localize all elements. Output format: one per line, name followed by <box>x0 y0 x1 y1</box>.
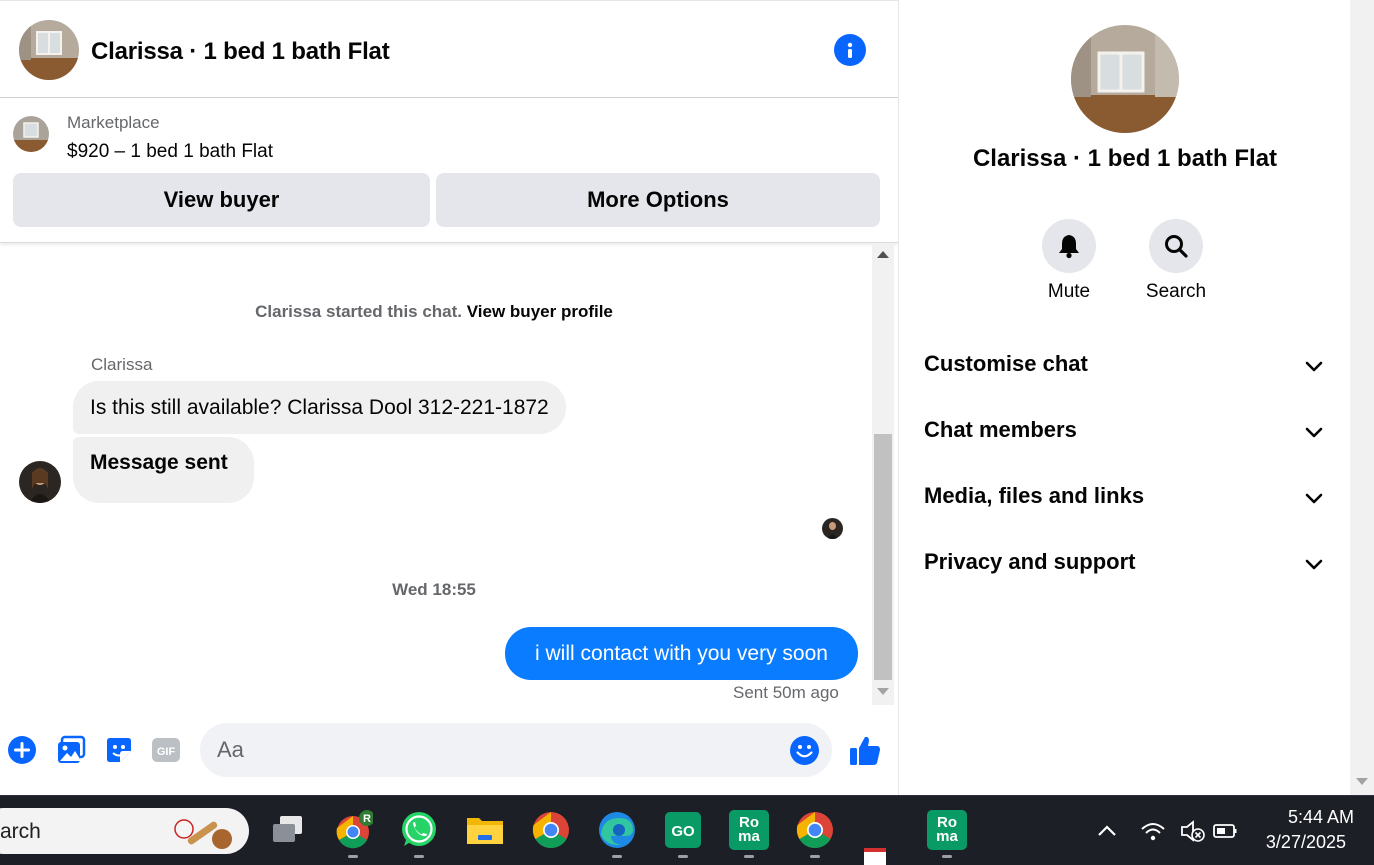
message-timestamp: Wed 18:55 <box>392 580 476 599</box>
gometa-app-icon[interactable]: GO <box>663 810 703 850</box>
running-indicator <box>348 855 358 858</box>
running-indicator <box>942 855 952 858</box>
bell-icon <box>1059 235 1079 259</box>
scroll-down-arrow-icon[interactable] <box>1356 778 1368 785</box>
roma-app-icon[interactable]: Ro ma <box>927 810 967 850</box>
running-indicator <box>414 855 424 858</box>
taskbar-search-text: arch <box>0 820 41 843</box>
section-label: Customise chat <box>924 351 1088 376</box>
battery-icon[interactable] <box>1212 818 1238 844</box>
mute-label: Mute <box>1047 281 1091 302</box>
section-privacy-support[interactable]: Privacy and support <box>899 535 1351 589</box>
clock-time[interactable]: 5:44 AM <box>1264 807 1354 828</box>
view-buyer-profile-link[interactable]: View buyer profile <box>467 302 613 321</box>
view-buyer-button[interactable]: View buyer <box>13 173 430 227</box>
mute-button[interactable]: Mute <box>1029 219 1109 303</box>
chevron-down-icon <box>1305 361 1323 372</box>
conversation-info-pane: Clarissa · 1 bed 1 bath Flat Mute Search… <box>898 0 1350 795</box>
windows-taskbar: arch R GO Ro ma Ro ma 5:44 AM 3/27/2025 <box>0 795 1374 865</box>
chat-column: Clarissa · 1 bed 1 bath Flat Marketplace… <box>0 0 898 795</box>
section-label: Media, files and links <box>924 483 1145 508</box>
section-label: Privacy and support <box>924 549 1136 574</box>
chat-header: Clarissa · 1 bed 1 bath Flat <box>0 0 898 98</box>
pane-title: Clarissa · 1 bed 1 bath Flat <box>972 145 1278 172</box>
chat-started-text: Clarissa started this chat. <box>255 302 463 321</box>
sticker-icon[interactable] <box>104 735 134 765</box>
scroll-up-arrow-icon[interactable] <box>877 251 889 258</box>
roma-label-bottom: ma <box>738 828 760 845</box>
message-input[interactable] <box>200 723 832 777</box>
seen-by-avatar <box>822 518 843 539</box>
marketplace-listing-card: Marketplace $920 – 1 bed 1 bath Flat Vie… <box>0 99 898 243</box>
conversation-scrollbar[interactable] <box>872 243 894 705</box>
clock-date[interactable]: 3/27/2025 <box>1250 832 1346 853</box>
meet-app-label: GO <box>671 823 695 840</box>
listing-thumbnail[interactable] <box>13 116 49 152</box>
page-scrollbar[interactable] <box>1350 0 1374 795</box>
chrome-profile-icon[interactable]: R <box>333 810 375 850</box>
running-indicator <box>612 855 622 858</box>
emoji-icon[interactable] <box>789 735 820 766</box>
sender-avatar[interactable] <box>19 461 61 503</box>
gif-label: GIF <box>157 746 176 758</box>
gif-icon[interactable]: GIF <box>151 735 181 765</box>
sent-status: Sent 50m ago <box>733 683 839 702</box>
whatsapp-icon[interactable] <box>399 810 439 850</box>
search-label: Search <box>1145 281 1207 302</box>
running-indicator <box>678 855 688 858</box>
listing-avatar[interactable] <box>19 20 79 80</box>
photo-icon[interactable] <box>56 735 86 765</box>
info-icon[interactable] <box>834 34 866 66</box>
running-indicator <box>810 855 820 858</box>
search-icon <box>1165 235 1188 258</box>
incoming-message[interactable]: Message sent <box>73 437 254 503</box>
outgoing-message[interactable]: i will contact with you very soon <box>505 627 858 680</box>
chrome-icon[interactable] <box>531 810 571 850</box>
volume-muted-icon[interactable] <box>1179 818 1205 844</box>
chat-started-notice: Clarissa started this chat. View buyer p… <box>0 302 868 322</box>
wifi-icon[interactable] <box>1140 818 1166 844</box>
taskbar-search-box[interactable]: arch <box>0 808 249 854</box>
task-view-icon[interactable] <box>268 810 308 850</box>
chrome-profile-badge: R <box>363 813 371 825</box>
chevron-down-icon <box>1305 559 1323 570</box>
search-button[interactable]: Search <box>1136 219 1216 303</box>
running-indicator <box>744 855 754 858</box>
roma-label-bottom: ma <box>936 828 958 845</box>
file-explorer-icon[interactable] <box>465 810 505 850</box>
section-media-files-links[interactable]: Media, files and links <box>899 469 1351 523</box>
incoming-message[interactable]: Is this still available? Clarissa Dool 3… <box>73 381 566 434</box>
section-label: Chat members <box>924 417 1077 442</box>
section-chat-members[interactable]: Chat members <box>899 403 1351 457</box>
chevron-down-icon <box>1305 493 1323 504</box>
message-composer: GIF <box>0 705 898 795</box>
sender-name: Clarissa <box>91 355 153 374</box>
roma-app-icon[interactable]: Ro ma <box>729 810 769 850</box>
page-title: Clarissa · 1 bed 1 bath Flat <box>91 38 390 65</box>
baseball-search-highlight-icon <box>174 819 232 849</box>
section-customise-chat[interactable]: Customise chat <box>899 337 1351 391</box>
more-options-button[interactable]: More Options <box>436 173 880 227</box>
thumbs-up-icon[interactable] <box>847 733 883 769</box>
edge-icon[interactable] <box>597 810 637 850</box>
chevron-down-icon <box>1305 427 1323 438</box>
listing-price-title[interactable]: $920 – 1 bed 1 bath Flat <box>67 141 273 163</box>
pane-listing-avatar[interactable] <box>1071 25 1179 133</box>
plus-icon[interactable] <box>7 735 37 765</box>
listing-source: Marketplace <box>67 113 160 132</box>
messenger-window: Clarissa · 1 bed 1 bath Flat Marketplace… <box>0 0 1374 865</box>
chrome-icon[interactable] <box>795 810 835 850</box>
scrollbar-thumb[interactable] <box>874 434 892 680</box>
chevron-up-icon[interactable] <box>1094 818 1120 844</box>
notepad-icon[interactable] <box>862 846 890 865</box>
scroll-down-arrow-icon[interactable] <box>877 688 889 695</box>
